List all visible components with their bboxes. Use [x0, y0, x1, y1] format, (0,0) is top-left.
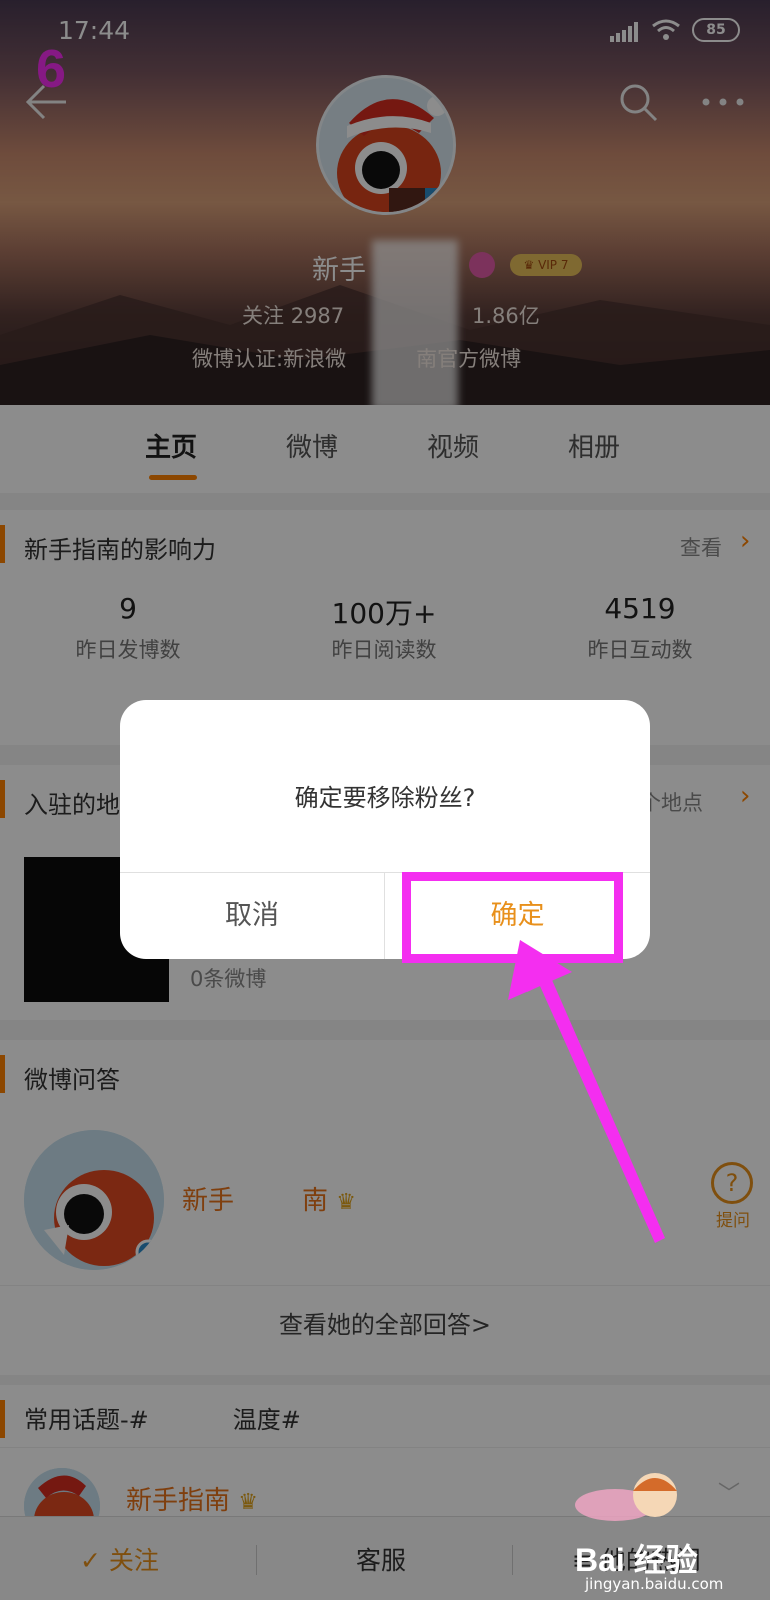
cancel-button[interactable]: 取消	[120, 872, 384, 959]
highlight-box	[402, 872, 623, 963]
dialog-message: 确定要移除粉丝?	[294, 784, 476, 812]
mascot-sticker-icon	[575, 1473, 677, 1521]
watermark-url: jingyan.baidu.com	[585, 1575, 724, 1593]
baidu-watermark: Bai 经验 jingyan.baidu.com	[575, 1465, 765, 1595]
